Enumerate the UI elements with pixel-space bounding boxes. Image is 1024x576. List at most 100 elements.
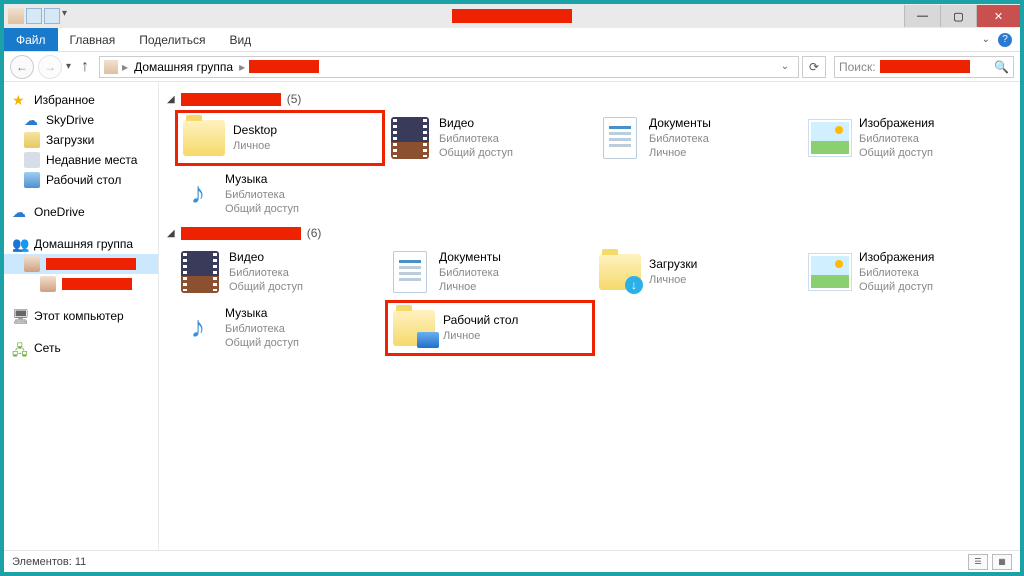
status-items-label: Элементов: [12, 556, 72, 568]
refresh-button[interactable]: ⟳ [802, 56, 826, 78]
item-subtitle: Личное [443, 329, 518, 343]
folder-desktop-icon [393, 307, 435, 349]
nav-onedrive[interactable]: ☁ OneDrive [4, 202, 158, 222]
nav-favorites[interactable]: ★ Избранное [4, 90, 158, 110]
nav-skydrive[interactable]: ☁ SkyDrive [4, 110, 158, 130]
nav-homegroup[interactable]: 👥 Домашняя группа [4, 234, 158, 254]
navigation-pane: ★ Избранное ☁ SkyDrive Загрузки Недавние… [4, 82, 159, 550]
qat-properties-icon[interactable] [26, 8, 42, 24]
qat-dropdown-icon[interactable]: ▾ [62, 8, 67, 24]
item-video[interactable]: Видео Библиотека Общий доступ [175, 244, 385, 300]
maximize-button[interactable]: ▢ [940, 5, 976, 27]
item-music[interactable]: ♪ Музыка Библиотека Общий доступ [175, 166, 385, 222]
nav-user-1[interactable] [4, 254, 158, 274]
item-subtitle: Библиотека [229, 266, 303, 280]
item-name: Desktop [233, 123, 277, 139]
nav-thispc[interactable]: 🖥 Этот компьютер [4, 306, 158, 326]
breadcrumb-homegroup[interactable]: Домашняя группа [132, 60, 235, 74]
collapse-icon[interactable]: ◢ [167, 228, 175, 239]
item-name: Музыка [225, 306, 299, 322]
qat-newfolder-icon[interactable] [44, 8, 60, 24]
nav-network[interactable]: 🖧 Сеть [4, 338, 158, 358]
nav-recent[interactable]: Недавние места [4, 150, 158, 170]
item-music[interactable]: ♪ Музыка Библиотека Общий доступ [175, 300, 385, 356]
document-icon [599, 117, 641, 159]
nav-user-2[interactable] [4, 274, 158, 294]
tab-view[interactable]: Вид [217, 28, 263, 51]
item-subtitle: Библиотека [225, 322, 299, 336]
item-documents[interactable]: Документы Библиотека Личное [595, 110, 805, 166]
item-subtitle2: Личное [439, 280, 501, 294]
item-desktop[interactable]: Рабочий стол Личное [385, 300, 595, 356]
view-details-button[interactable]: ☰ [968, 554, 988, 570]
search-placeholder-label: Поиск: [839, 60, 876, 74]
view-icons-button[interactable]: ▦ [992, 554, 1012, 570]
help-icon[interactable]: ? [998, 33, 1012, 47]
network-icon: 🖧 [12, 340, 28, 356]
nav-label: Загрузки [46, 133, 94, 147]
item-desktop[interactable]: Desktop Личное [175, 110, 385, 166]
address-dropdown-icon[interactable]: ⌄ [776, 58, 794, 76]
items-grid-0: Desktop Личное Видео Библиотека Общий до… [167, 110, 1020, 222]
folder-downloads-icon [599, 251, 641, 293]
star-icon: ★ [12, 92, 28, 108]
tab-file[interactable]: Файл [4, 28, 58, 51]
image-icon [809, 117, 851, 159]
search-input[interactable]: Поиск: 🔍 [834, 56, 1014, 78]
group-name-redacted [181, 93, 281, 106]
item-name: Видео [439, 116, 513, 132]
item-subtitle2: Общий доступ [225, 202, 299, 216]
history-dropdown-icon[interactable]: ▾ [66, 61, 71, 72]
music-icon: ♪ [179, 307, 217, 349]
forward-button[interactable]: → [38, 55, 62, 79]
collapse-icon[interactable]: ◢ [167, 94, 175, 105]
item-subtitle2: Общий доступ [859, 146, 934, 160]
computer-icon: 🖥 [12, 308, 28, 324]
nav-label: SkyDrive [46, 113, 94, 127]
close-button[interactable]: ✕ [976, 5, 1020, 27]
breadcrumb-redacted[interactable] [249, 60, 319, 73]
minimize-button[interactable]: — [904, 5, 940, 27]
nav-label-redacted [46, 258, 136, 270]
item-documents[interactable]: Документы Библиотека Личное [385, 244, 595, 300]
document-icon [389, 251, 431, 293]
explorer-window: ▾ — ▢ ✕ Файл Главная Поделиться Вид ⌄ ? … [4, 4, 1020, 572]
cloud-icon: ☁ [12, 204, 28, 220]
downloads-icon [24, 132, 40, 148]
items-grid-1: Видео Библиотека Общий доступ Документы … [167, 244, 1020, 356]
cloud-icon: ☁ [24, 112, 40, 128]
item-downloads[interactable]: Загрузки Личное [595, 244, 805, 300]
location-icon [104, 60, 118, 74]
item-name: Загрузки [649, 257, 697, 273]
nav-label: Сеть [34, 341, 61, 355]
recent-icon [24, 152, 40, 168]
up-button[interactable]: ↑ [75, 57, 95, 77]
nav-desktop[interactable]: Рабочий стол [4, 170, 158, 190]
item-subtitle2: Общий доступ [225, 336, 299, 350]
nav-label: Недавние места [46, 153, 137, 167]
back-button[interactable]: ← [10, 55, 34, 79]
navigation-bar: ← → ▾ ↑ ▸ Домашняя группа ▸ ⌄ ⟳ Поиск: 🔍 [4, 52, 1020, 82]
item-video[interactable]: Видео Библиотека Общий доступ [385, 110, 595, 166]
group-header-1[interactable]: ◢ (6) [167, 222, 1020, 244]
ribbon-collapse-icon[interactable]: ⌄ [982, 34, 990, 45]
folder-icon [183, 117, 225, 159]
item-name: Музыка [225, 172, 299, 188]
item-subtitle: Библиотека [859, 266, 934, 280]
tab-share[interactable]: Поделиться [127, 28, 217, 51]
group-header-0[interactable]: ◢ (5) [167, 88, 1020, 110]
item-name: Рабочий стол [443, 313, 518, 329]
image-icon [809, 251, 851, 293]
nav-downloads[interactable]: Загрузки [4, 130, 158, 150]
item-images[interactable]: Изображения Библиотека Общий доступ [805, 244, 1015, 300]
window-controls: — ▢ ✕ [904, 5, 1020, 27]
item-subtitle: Библиотека [225, 188, 299, 202]
nav-label-redacted [62, 278, 132, 290]
item-subtitle: Личное [233, 139, 277, 153]
item-name: Видео [229, 250, 303, 266]
tab-home[interactable]: Главная [58, 28, 128, 51]
address-bar[interactable]: ▸ Домашняя группа ▸ ⌄ [99, 56, 799, 78]
item-images[interactable]: Изображения Библиотека Общий доступ [805, 110, 1015, 166]
desktop-icon [24, 172, 40, 188]
video-icon [389, 117, 431, 159]
